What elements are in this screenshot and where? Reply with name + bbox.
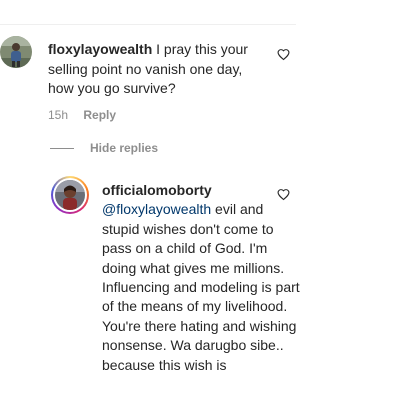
comment-username[interactable]: floxylayowealth [48, 41, 152, 57]
reply-button[interactable]: Reply [83, 108, 116, 122]
avatar-image [55, 180, 85, 210]
hide-replies-button[interactable]: Hide replies [50, 141, 158, 155]
divider [0, 24, 296, 25]
reply-mention[interactable]: @floxylayowealth [102, 201, 211, 217]
reply-body: officialomoborty @floxylayowealth evil a… [102, 181, 302, 375]
avatar-officialomoborty[interactable] [51, 176, 89, 214]
comment-timestamp[interactable]: 15h [48, 108, 68, 122]
avatar-floxylayowealth[interactable] [0, 36, 32, 68]
replies-dash [50, 147, 74, 149]
comment-meta: 15h Reply [48, 108, 116, 122]
comment-body: floxylayowealth I pray this your selling… [48, 40, 268, 99]
heart-icon[interactable] [277, 48, 290, 61]
reply-text: evil and stupid wishes don't come to pas… [102, 201, 300, 373]
reply-username[interactable]: officialomoborty [102, 182, 212, 198]
hide-replies-label: Hide replies [90, 141, 159, 155]
heart-icon[interactable] [277, 188, 290, 201]
